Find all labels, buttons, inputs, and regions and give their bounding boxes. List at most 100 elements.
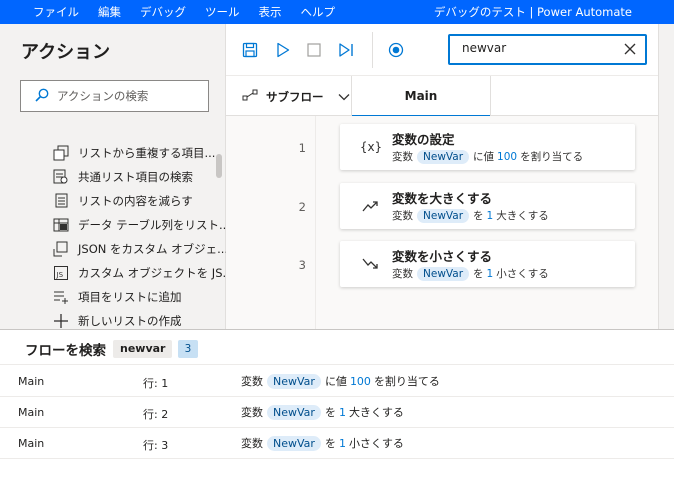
tab-main[interactable]: Main [351, 76, 491, 117]
action-item[interactable]: 項目をリストに追加 [52, 285, 233, 309]
action-item[interactable]: JS カスタム オブジェクトを JS... [52, 261, 233, 285]
result-desc-mid: を [324, 437, 336, 450]
step-desc-prefix: 変数 [392, 151, 413, 163]
list-common-icon [52, 169, 70, 185]
search-result-row[interactable]: Main 行: 1 変数 NewVar に値 100 を割り当てる [0, 366, 674, 397]
record-icon [388, 42, 404, 58]
variable-pill: NewVar [417, 266, 470, 281]
variable-pill: NewVar [417, 149, 470, 164]
step-description: 変数 NewVar を 1 小さくする [392, 266, 549, 281]
line-number: 2 [298, 200, 306, 214]
action-item[interactable]: リストの内容を減らす [52, 189, 233, 213]
menu-help[interactable]: ヘルプ [301, 4, 336, 20]
run-button[interactable] [273, 40, 293, 60]
flow-search-box[interactable] [448, 34, 647, 65]
json-convert-icon [52, 241, 70, 257]
action-item[interactable]: リストから重複する項目... [52, 141, 233, 165]
result-desc-mid: を [324, 406, 336, 419]
stop-button[interactable] [304, 40, 324, 60]
save-button[interactable] [240, 40, 260, 60]
subflow-dropdown[interactable]: サブフロー [242, 88, 350, 105]
list-subtract-icon [52, 193, 70, 209]
actions-pane: アクション アクションの検索 リストから重複する項目... 共通リスト項目の検索… [0, 24, 233, 329]
result-desc-mid: に値 [324, 375, 347, 388]
line-number: 1 [298, 141, 306, 155]
result-desc-suffix: を割り当てる [373, 375, 440, 388]
step-value: 100 [497, 150, 518, 163]
result-desc-prefix: 変数 [241, 406, 263, 419]
clear-search-button[interactable] [623, 42, 637, 56]
step-desc-suffix: を割り当てる [520, 151, 584, 163]
variable-pill: NewVar [417, 208, 470, 223]
tab-main-label: Main [404, 89, 438, 103]
result-desc-suffix: 大きくする [348, 406, 404, 419]
plus-icon [52, 313, 70, 329]
step-title: 変数を大きくする [392, 191, 493, 206]
menu-bar: ファイル 編集 デバッグ ツール 表示 ヘルプ [0, 4, 354, 20]
line-number: 3 [298, 258, 306, 272]
actions-scrollbar-thumb[interactable] [216, 154, 222, 178]
step-desc-suffix: 大きくする [496, 210, 549, 222]
action-item-label: 共通リスト項目の検索 [78, 170, 193, 184]
search-results-header: フローを検索 newvar 3 [0, 330, 674, 365]
step-desc-suffix: 小さくする [496, 268, 549, 280]
step-desc-prefix: 変数 [392, 268, 413, 280]
step-description: 変数 NewVar を 1 大きくする [392, 208, 549, 223]
chevron-down-icon [338, 90, 350, 104]
stop-icon [307, 43, 321, 57]
result-line: 行: 1 [143, 377, 169, 390]
search-result-row[interactable]: Main 行: 2 変数 NewVar を 1 大きくする [0, 397, 674, 428]
result-flow: Main [18, 406, 45, 419]
flow-step-increase-variable[interactable]: 変数を大きくする 変数 NewVar を 1 大きくする [340, 183, 635, 229]
step-desc-mid: に値 [473, 151, 495, 163]
result-desc-suffix: 小さくする [348, 437, 404, 450]
title-bar: ファイル 編集 デバッグ ツール 表示 ヘルプ デバッグのテスト | Power… [0, 0, 674, 24]
action-item-label: 新しいリストの作成 [78, 314, 182, 328]
action-search-input[interactable]: アクションの検索 [20, 80, 209, 112]
step-title: 変数を小さくする [392, 249, 493, 264]
toolbar-separator [372, 32, 373, 68]
action-item[interactable]: データ テーブル列をリスト... [52, 213, 233, 237]
step-desc-mid: を [473, 210, 484, 222]
play-icon [277, 42, 290, 58]
result-value: 100 [349, 374, 371, 388]
search-results-title: フローを検索 [25, 343, 106, 359]
run-next-action-button[interactable] [336, 40, 356, 60]
action-item-label: リストから重複する項目... [78, 146, 216, 160]
action-list: リストから重複する項目... 共通リスト項目の検索 リストの内容を減らす データ… [52, 141, 233, 333]
action-item-label: リストの内容を減らす [78, 194, 193, 208]
variable-pill: NewVar [267, 404, 321, 420]
step-description: 変数 NewVar に値 100 を割り当てる [392, 149, 583, 164]
menu-file[interactable]: ファイル [33, 4, 79, 20]
step-value: 1 [486, 209, 494, 222]
result-value: 1 [338, 436, 346, 450]
flow-search-input[interactable] [462, 41, 612, 55]
menu-debug[interactable]: デバッグ [140, 4, 186, 20]
step-title: 変数の設定 [392, 132, 455, 147]
actions-title: アクション [21, 42, 111, 63]
flow-step-decrease-variable[interactable]: 変数を小さくする 変数 NewVar を 1 小さくする [340, 241, 635, 287]
trend-up-icon [360, 197, 382, 215]
menu-view[interactable]: 表示 [259, 4, 282, 20]
save-icon [242, 42, 258, 58]
action-item[interactable]: 共通リスト項目の検索 [52, 165, 233, 189]
flow-step-set-variable[interactable]: {x} 変数の設定 変数 NewVar に値 100 を割り当てる [340, 124, 635, 170]
list-add-icon [52, 289, 70, 305]
record-button[interactable] [386, 40, 406, 60]
action-item[interactable]: JSON をカスタム オブジェ... [52, 237, 233, 261]
menu-tools[interactable]: ツール [205, 4, 240, 20]
result-line: 行: 2 [143, 408, 169, 421]
right-side-panel-strip [658, 24, 674, 329]
action-search-placeholder: アクションの検索 [57, 89, 149, 103]
step-value: 1 [486, 267, 494, 280]
result-flow: Main [18, 437, 45, 450]
step-desc-prefix: 変数 [392, 210, 413, 222]
search-term-badge: newvar [113, 340, 173, 358]
menu-edit[interactable]: 編集 [98, 4, 121, 20]
search-result-row[interactable]: Main 行: 3 変数 NewVar を 1 小さくする [0, 428, 674, 459]
action-item-label: 項目をリストに追加 [78, 290, 182, 304]
search-icon [35, 88, 49, 105]
table-column-icon [52, 217, 70, 233]
search-results-pane: フローを検索 newvar 3 Main 行: 1 変数 NewVar に値 1… [0, 329, 674, 479]
step-forward-icon [339, 43, 353, 57]
